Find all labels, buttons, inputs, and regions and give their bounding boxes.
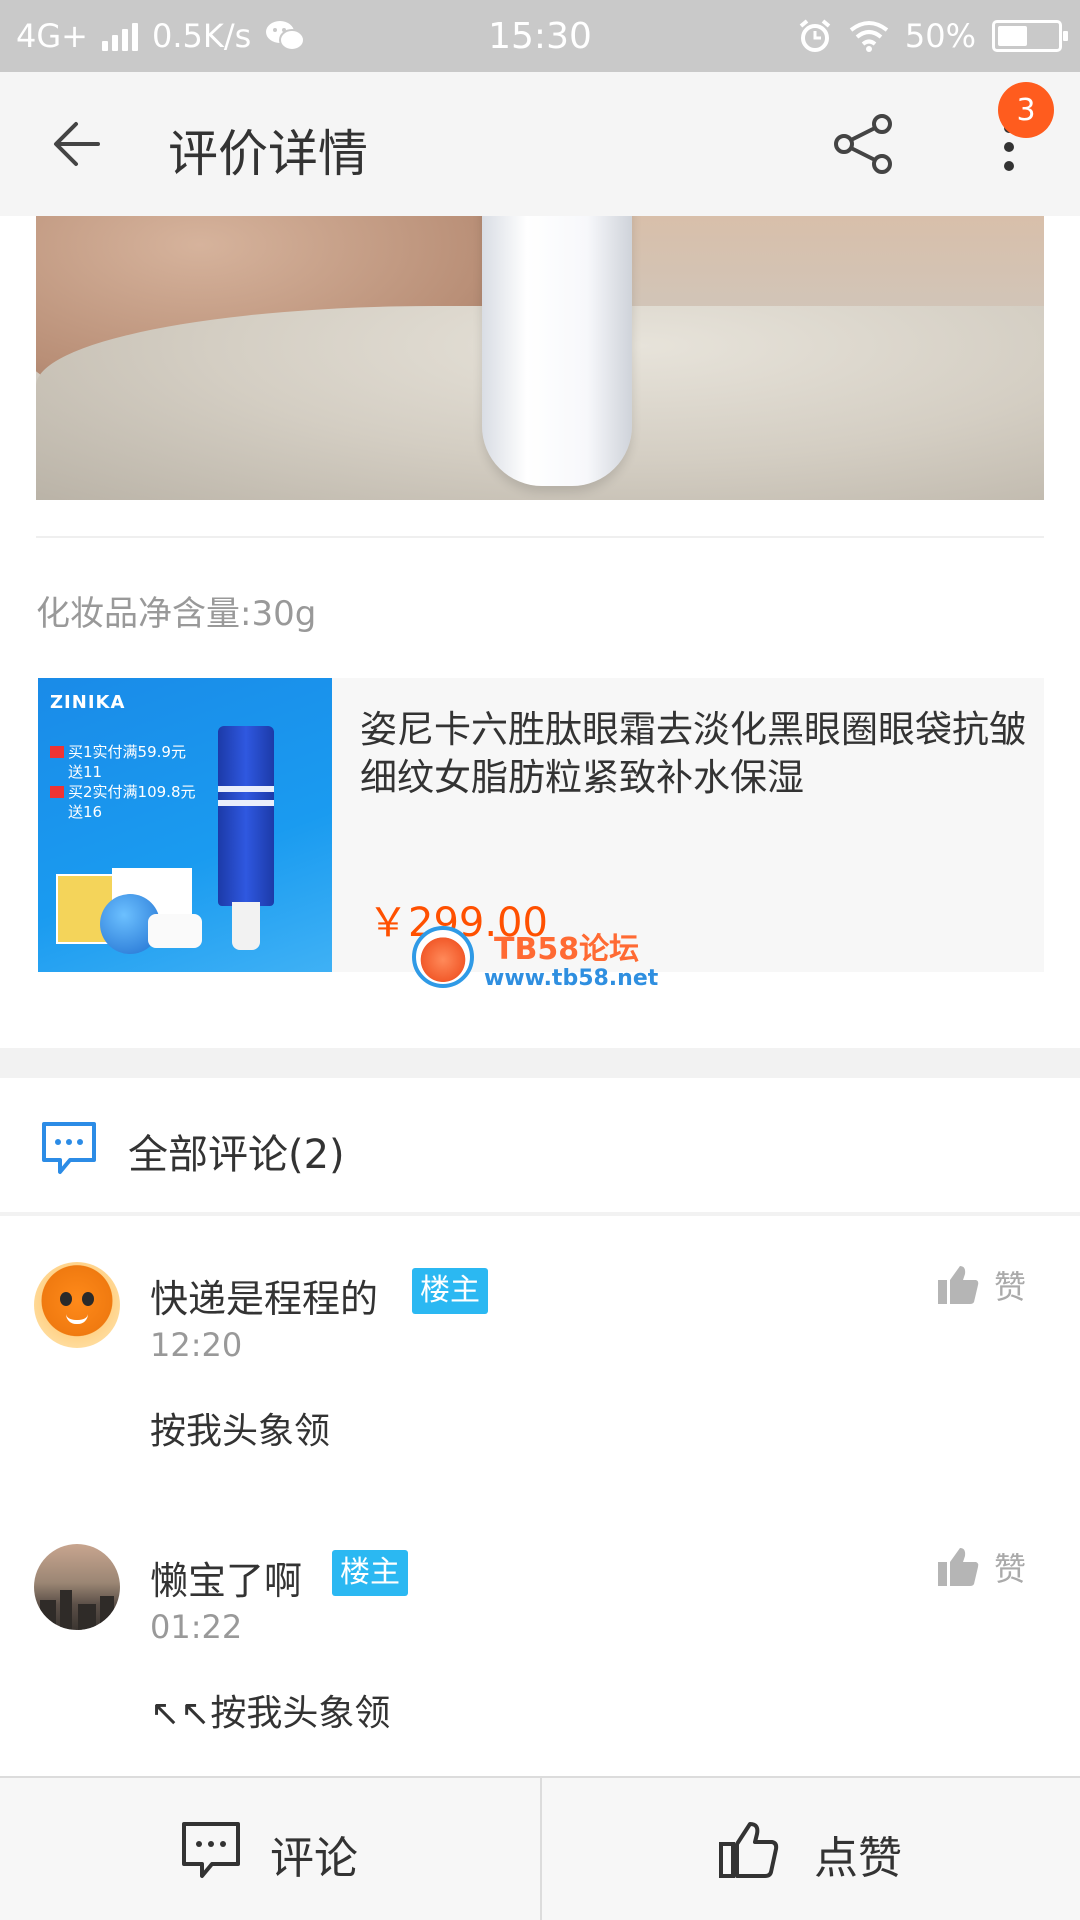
comments-title: 全部评论(2)	[128, 1132, 345, 1178]
back-arrow-icon[interactable]	[46, 112, 110, 176]
wifi-icon	[849, 21, 889, 52]
watermark-logo-icon	[412, 926, 474, 988]
wechat-icon	[266, 21, 306, 51]
gift-icon	[50, 746, 64, 758]
share-icon[interactable]	[830, 110, 898, 178]
comment-item: 快递是程程的 楼主 12:20 赞 按我头象领	[0, 1262, 1080, 1522]
comment-item: 懒宝了啊 楼主 01:22 赞 ↖↖按我头象领	[0, 1544, 1080, 1804]
nav-bar: 评价详情	[0, 72, 1080, 216]
thumbs-up-icon	[938, 1266, 979, 1304]
divider	[0, 1212, 1080, 1216]
battery-percent: 50%	[904, 17, 976, 55]
comment-body: 按我头象领	[150, 1411, 331, 1452]
status-right: 50%	[797, 0, 1068, 72]
alarm-icon	[799, 19, 831, 52]
thumbs-up-icon	[719, 1822, 779, 1878]
like-button[interactable]: 赞	[936, 1262, 1046, 1312]
comment-label: 评论	[270, 1833, 358, 1884]
comment-bubble-icon	[42, 1122, 96, 1174]
avatar[interactable]	[34, 1262, 120, 1348]
thumbs-up-icon	[938, 1548, 979, 1586]
like-button[interactable]: 赞	[936, 1544, 1046, 1594]
comment-body: ↖↖按我头象领	[150, 1693, 391, 1734]
like-post-button[interactable]: 点赞	[540, 1778, 1080, 1920]
product-image: ZINIKA 买1实付满59.9元 送11 买2实付满109.8元 送16	[38, 678, 332, 972]
network-type: 4G+	[16, 17, 88, 55]
signal-icon	[101, 21, 138, 51]
product-spec: 化妆品净含量:30g	[36, 594, 317, 634]
like-label: 点赞	[814, 1833, 902, 1884]
bottom-action-bar: 评论 点赞	[0, 1776, 1080, 1920]
comment-icon	[182, 1822, 240, 1878]
comment-time: 01:22	[150, 1608, 243, 1646]
comments-header: 全部评论(2)	[0, 1078, 1080, 1214]
page-title: 评价详情	[168, 125, 368, 183]
gift-icon	[50, 786, 64, 798]
watermark: TB58论坛 www.tb58.net	[412, 926, 672, 994]
notification-badge[interactable]: 3	[998, 82, 1054, 138]
comment-author[interactable]: 快递是程程的	[150, 1268, 378, 1323]
review-photo[interactable]	[36, 216, 1044, 500]
product-brand: ZINIKA	[50, 692, 126, 713]
product-promo: 买1实付满59.9元 送11 买2实付满109.8元 送16	[50, 742, 196, 822]
avatar[interactable]	[34, 1544, 120, 1630]
comment-author[interactable]: 懒宝了啊	[150, 1550, 302, 1605]
watermark-url: www.tb58.net	[484, 966, 659, 991]
divider	[36, 536, 1044, 538]
comment-button[interactable]: 评论	[0, 1778, 540, 1920]
status-left: 4G+ 0.5K/s	[16, 0, 306, 72]
battery-icon	[992, 20, 1068, 52]
section-gap	[0, 1048, 1080, 1078]
product-title: 姿尼卡六胜肽眼霜去淡化黑眼圈眼袋抗皱细纹女脂肪粒紧致补水保湿	[360, 708, 1026, 799]
status-bar: 4G+ 0.5K/s 15:30 50%	[0, 0, 1080, 72]
network-speed: 0.5K/s	[151, 17, 252, 55]
watermark-title: TB58论坛	[494, 932, 640, 967]
op-badge: 楼主	[332, 1550, 408, 1596]
op-badge: 楼主	[412, 1268, 488, 1314]
comment-time: 12:20	[150, 1326, 243, 1364]
